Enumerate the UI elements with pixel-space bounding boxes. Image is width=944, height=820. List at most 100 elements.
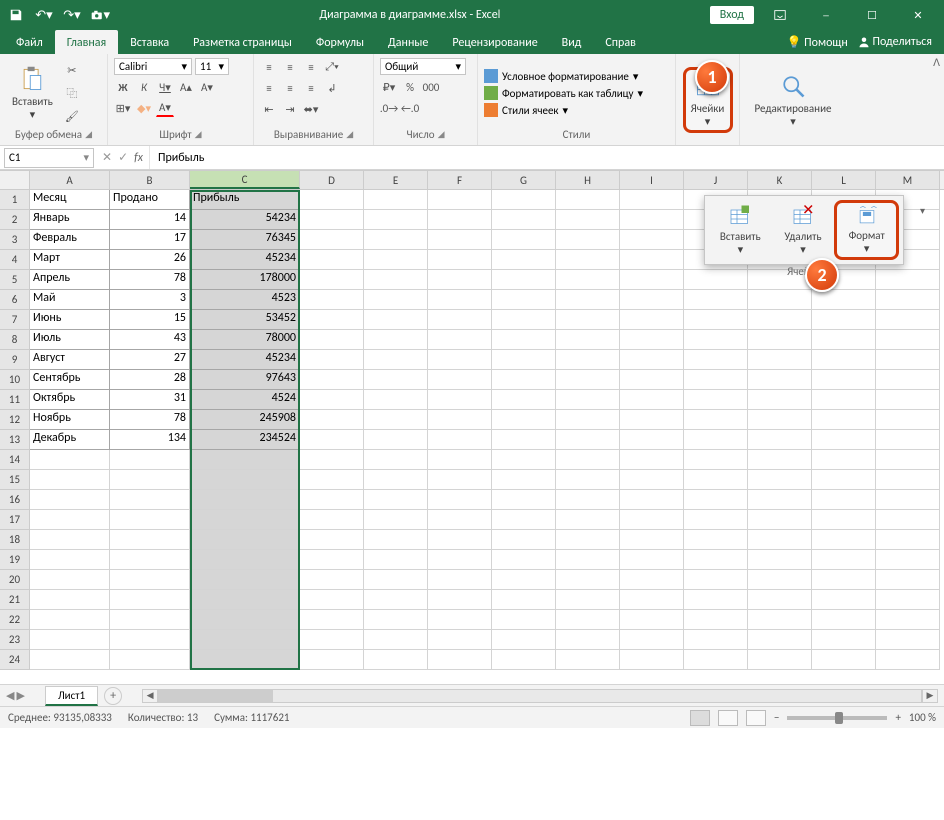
cell[interactable]: 43 (110, 330, 190, 350)
cell[interactable] (428, 530, 492, 550)
cell[interactable] (556, 530, 620, 550)
cell[interactable] (492, 450, 556, 470)
cell[interactable] (812, 510, 876, 530)
cell[interactable] (556, 290, 620, 310)
sheet-nav-prev-icon[interactable]: ◀ (6, 689, 14, 702)
cell[interactable]: 27 (110, 350, 190, 370)
cell[interactable] (620, 430, 684, 450)
cell[interactable] (492, 390, 556, 410)
zoom-slider[interactable] (787, 716, 887, 720)
row-header[interactable]: 7 (0, 310, 30, 330)
cell[interactable]: 54234 (190, 210, 300, 230)
cell[interactable] (748, 630, 812, 650)
cell[interactable] (364, 250, 428, 270)
cell[interactable] (748, 430, 812, 450)
cell[interactable] (684, 510, 748, 530)
sheet-nav-next-icon[interactable]: ▶ (16, 689, 24, 702)
cell[interactable] (812, 650, 876, 670)
cell[interactable] (684, 550, 748, 570)
cell[interactable] (364, 330, 428, 350)
cell[interactable] (428, 570, 492, 590)
maximize-icon[interactable]: ☐ (852, 0, 892, 30)
cell[interactable] (30, 510, 110, 530)
add-sheet-icon[interactable]: + (104, 687, 122, 705)
cell[interactable] (30, 590, 110, 610)
row-header[interactable]: 22 (0, 610, 30, 630)
clipboard-launcher-icon[interactable]: ◢ (85, 129, 92, 140)
number-format-select[interactable]: Общий▾ (380, 58, 466, 75)
cell[interactable] (492, 190, 556, 210)
cell[interactable]: 134 (110, 430, 190, 450)
cell[interactable] (876, 570, 940, 590)
cell[interactable] (492, 410, 556, 430)
cell[interactable] (428, 590, 492, 610)
cell[interactable] (556, 310, 620, 330)
cell[interactable] (620, 650, 684, 670)
cell[interactable] (556, 490, 620, 510)
cell[interactable]: 76345 (190, 230, 300, 250)
cell[interactable] (620, 370, 684, 390)
cell[interactable]: 178000 (190, 270, 300, 290)
cell[interactable]: Август (30, 350, 110, 370)
cell[interactable] (876, 550, 940, 570)
row-header[interactable]: 3 (0, 230, 30, 250)
cell[interactable]: 53452 (190, 310, 300, 330)
cell[interactable] (492, 350, 556, 370)
cell[interactable]: Декабрь (30, 430, 110, 450)
cell[interactable] (30, 550, 110, 570)
cell[interactable] (748, 530, 812, 550)
cell[interactable] (190, 490, 300, 510)
cell[interactable]: Ноябрь (30, 410, 110, 430)
share-link[interactable]: Поделиться (858, 35, 932, 49)
underline-button[interactable]: Ч▾ (156, 78, 174, 96)
wrap-text-icon[interactable]: ↲ (323, 79, 341, 97)
cell[interactable] (30, 470, 110, 490)
cell[interactable] (110, 570, 190, 590)
cell[interactable] (110, 470, 190, 490)
cell[interactable] (492, 230, 556, 250)
cell[interactable] (620, 210, 684, 230)
format-cells-button[interactable]: Формат▾ (834, 200, 899, 260)
cell[interactable] (300, 290, 364, 310)
cell[interactable] (364, 290, 428, 310)
hscroll-right-icon[interactable]: ▶ (922, 689, 938, 703)
cell[interactable] (620, 550, 684, 570)
cell[interactable] (428, 350, 492, 370)
cell[interactable] (684, 410, 748, 430)
cell[interactable] (110, 490, 190, 510)
cell[interactable] (748, 410, 812, 430)
cell[interactable] (364, 650, 428, 670)
cell[interactable] (300, 190, 364, 210)
cell[interactable]: Январь (30, 210, 110, 230)
row-header[interactable]: 18 (0, 530, 30, 550)
cell[interactable] (620, 510, 684, 530)
percent-icon[interactable]: % (401, 78, 419, 96)
cell[interactable] (876, 350, 940, 370)
cell[interactable] (428, 630, 492, 650)
currency-icon[interactable]: ₽▾ (380, 78, 398, 96)
cell[interactable] (364, 590, 428, 610)
help-link[interactable]: 💡 Помощн (787, 35, 848, 50)
cell[interactable] (110, 650, 190, 670)
cell[interactable] (300, 490, 364, 510)
cell[interactable] (364, 390, 428, 410)
cell[interactable] (428, 190, 492, 210)
cell[interactable]: 234524 (190, 430, 300, 450)
cell[interactable] (300, 310, 364, 330)
cell[interactable]: 4524 (190, 390, 300, 410)
cell[interactable] (492, 590, 556, 610)
row-header[interactable]: 14 (0, 450, 30, 470)
cell[interactable]: 45234 (190, 350, 300, 370)
cell[interactable] (748, 370, 812, 390)
collapse-ribbon-icon[interactable]: ᐱ (933, 56, 940, 69)
cell[interactable] (30, 450, 110, 470)
cell[interactable] (876, 330, 940, 350)
cell[interactable] (556, 370, 620, 390)
cell[interactable] (556, 230, 620, 250)
cell[interactable] (620, 610, 684, 630)
cell[interactable] (428, 370, 492, 390)
cell[interactable] (190, 510, 300, 530)
sheet-tab[interactable]: Лист1 (45, 686, 98, 706)
align-top-icon[interactable]: ≡ (260, 58, 278, 76)
cell[interactable] (812, 450, 876, 470)
